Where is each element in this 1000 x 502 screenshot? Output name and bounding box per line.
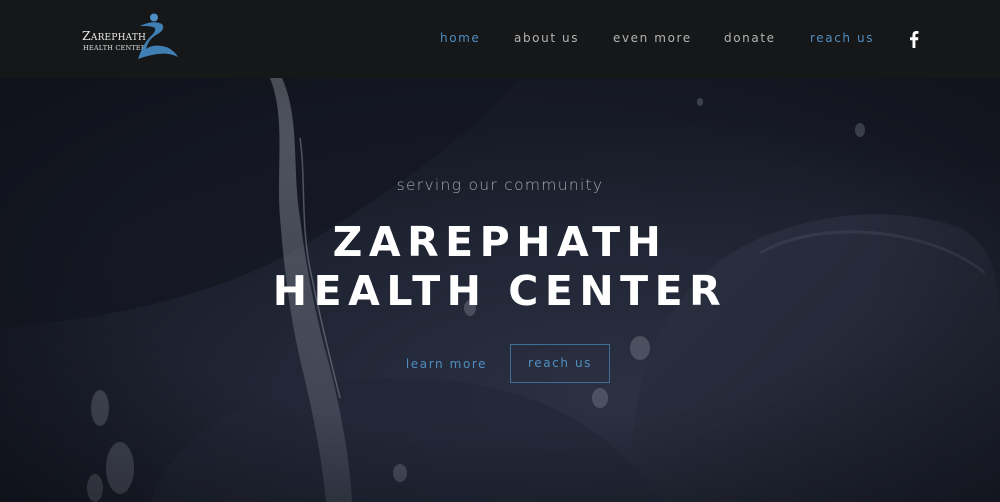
reach-us-button[interactable]: reach us: [510, 344, 610, 383]
learn-more-button[interactable]: learn more: [396, 344, 497, 384]
nav-item-home[interactable]: home: [440, 31, 480, 45]
facebook-icon[interactable]: [906, 30, 922, 48]
nav-item-donate[interactable]: donate: [724, 31, 776, 45]
logo-figure-icon: [138, 13, 178, 59]
hero-title-line1: ZAREPHATH: [332, 218, 668, 266]
site-header: Zarephath HEALTH CENTER home about us ev…: [0, 0, 1000, 78]
nav-item-even-more[interactable]: even more: [613, 31, 692, 45]
site-logo[interactable]: Zarephath HEALTH CENTER: [82, 12, 182, 62]
hero-tagline: serving our community: [396, 176, 604, 194]
hero-section: serving our community ZAREPHATH HEALTH C…: [0, 78, 1000, 502]
hero-title-line2: HEALTH CENTER: [272, 267, 728, 315]
nav-item-about-us[interactable]: about us: [514, 31, 579, 45]
page: Zarephath HEALTH CENTER home about us ev…: [0, 0, 1000, 502]
nav-item-reach-us[interactable]: reach us: [810, 31, 874, 45]
